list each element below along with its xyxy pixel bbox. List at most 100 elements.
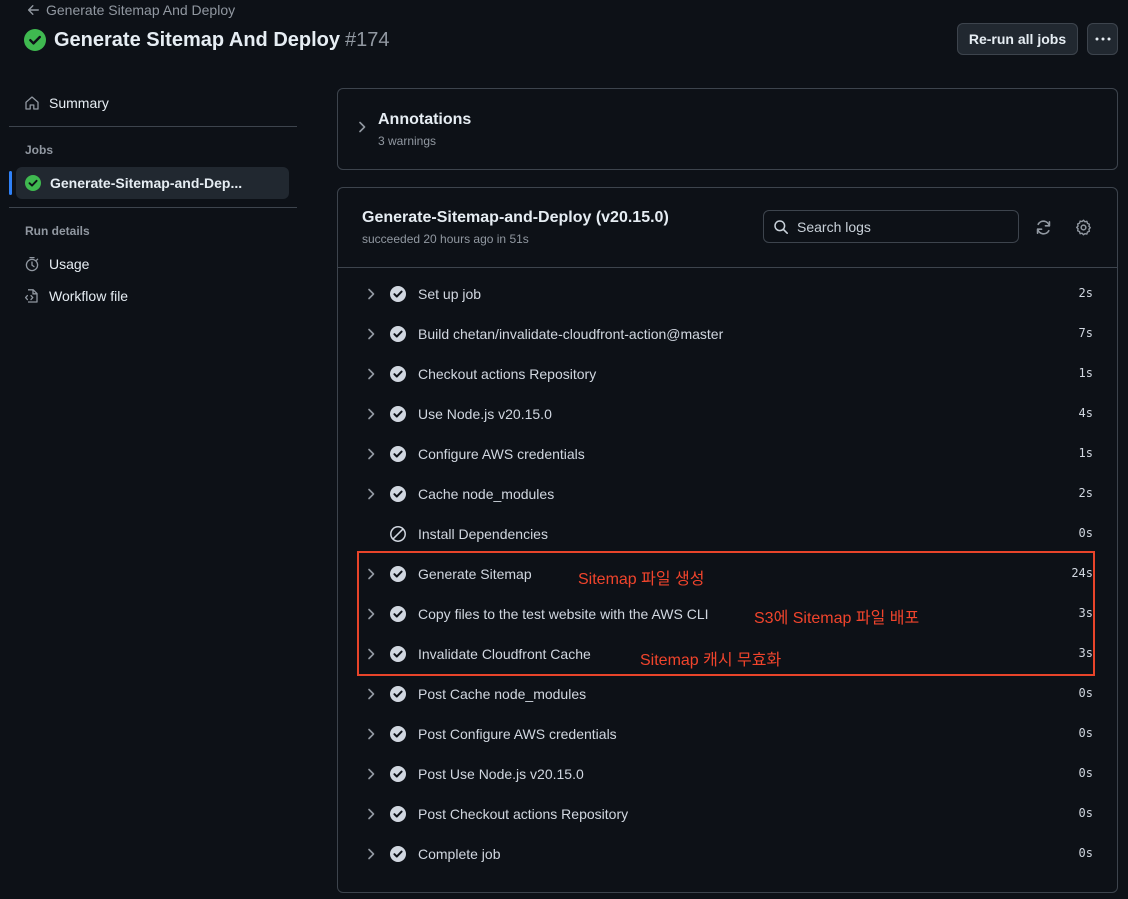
step-duration: 1s bbox=[1078, 366, 1093, 380]
step-duration: 0s bbox=[1078, 846, 1093, 860]
step-row[interactable]: Post Configure AWS credentials 0s bbox=[338, 714, 1117, 754]
step-row[interactable]: Configure AWS credentials 1s bbox=[338, 434, 1117, 474]
chevron-right-icon bbox=[365, 327, 377, 341]
step-row[interactable]: Post Use Node.js v20.15.0 0s bbox=[338, 754, 1117, 794]
step-row[interactable]: Use Node.js v20.15.0 4s bbox=[338, 394, 1117, 434]
kebab-horizontal-icon bbox=[1095, 37, 1111, 41]
success-check-icon bbox=[24, 29, 46, 51]
check-circle-icon bbox=[389, 725, 407, 743]
jobs-heading: Jobs bbox=[25, 143, 54, 157]
step-row[interactable]: Build chetan/invalidate-cloudfront-actio… bbox=[338, 314, 1117, 354]
step-name: Install Dependencies bbox=[418, 526, 548, 542]
annotations-panel[interactable] bbox=[337, 88, 1118, 170]
check-circle-icon bbox=[389, 365, 407, 383]
step-name: Complete job bbox=[418, 846, 501, 862]
step-row[interactable]: Complete job 0s bbox=[338, 834, 1117, 874]
step-duration: 4s bbox=[1078, 406, 1093, 420]
step-duration: 2s bbox=[1078, 286, 1093, 300]
job-subtitle: succeeded 20 hours ago in 51s bbox=[362, 232, 529, 246]
step-name: Checkout actions Repository bbox=[418, 366, 597, 382]
sync-icon bbox=[1035, 219, 1052, 236]
gear-icon bbox=[1075, 219, 1092, 236]
chevron-right-icon bbox=[365, 807, 377, 821]
sidebar-item-label: Workflow file bbox=[49, 288, 129, 304]
arrow-left-icon bbox=[26, 3, 40, 17]
sidebar-item-usage[interactable]: Usage bbox=[24, 253, 89, 275]
home-icon bbox=[24, 95, 40, 111]
step-row[interactable]: Checkout actions Repository 1s bbox=[338, 354, 1117, 394]
chevron-right-icon bbox=[365, 727, 377, 741]
step-name: Configure AWS credentials bbox=[418, 446, 585, 462]
success-check-icon bbox=[25, 175, 41, 191]
back-link[interactable]: Generate Sitemap And Deploy bbox=[26, 1, 235, 19]
run-number: #174 bbox=[345, 28, 390, 51]
step-duration: 7s bbox=[1078, 326, 1093, 340]
stopwatch-icon bbox=[24, 256, 40, 272]
overlay-note: Sitemap 캐시 무효화 bbox=[640, 652, 782, 669]
step-duration: 0s bbox=[1078, 806, 1093, 820]
step-row[interactable]: Install Dependencies 0s bbox=[338, 514, 1117, 554]
sidebar-divider bbox=[9, 207, 297, 208]
search-icon bbox=[773, 219, 789, 235]
back-link-label: Generate Sitemap And Deploy bbox=[46, 2, 236, 18]
step-row[interactable]: Cache node_modules 2s bbox=[338, 474, 1117, 514]
chevron-right-icon bbox=[356, 120, 368, 134]
file-code-icon bbox=[24, 288, 40, 304]
page-title: Generate Sitemap And Deploy bbox=[54, 28, 340, 51]
sidebar-item-summary[interactable]: Summary bbox=[24, 92, 109, 114]
skipped-icon bbox=[389, 525, 407, 543]
step-name: Post Cache node_modules bbox=[418, 686, 587, 702]
check-circle-icon bbox=[389, 445, 407, 463]
chevron-right-icon bbox=[365, 847, 377, 861]
chevron-right-icon bbox=[365, 407, 377, 421]
more-options-button[interactable] bbox=[1087, 23, 1118, 55]
overlay-note: Sitemap 파일 생성 bbox=[578, 571, 705, 588]
sidebar-item-label: Generate-Sitemap-and-Dep... bbox=[50, 175, 243, 191]
step-name: Set up job bbox=[418, 286, 482, 302]
overlay-note: S3에 Sitemap 파일 배포 bbox=[754, 610, 920, 627]
chevron-right-icon bbox=[365, 367, 377, 381]
check-circle-icon bbox=[389, 845, 407, 863]
step-row[interactable]: Post Checkout actions Repository 0s bbox=[338, 794, 1117, 834]
step-duration: 0s bbox=[1078, 766, 1093, 780]
step-row[interactable]: Set up job 2s bbox=[338, 274, 1117, 314]
step-duration: 1s bbox=[1078, 446, 1093, 460]
step-name: Build chetan/invalidate-cloudfront-actio… bbox=[418, 326, 724, 342]
check-circle-icon bbox=[389, 685, 407, 703]
sidebar-item-active-job[interactable]: Generate-Sitemap-and-Dep... bbox=[16, 167, 289, 199]
step-duration: 0s bbox=[1078, 726, 1093, 740]
step-name: Cache node_modules bbox=[418, 486, 555, 502]
annotations-title: Annotations bbox=[378, 111, 472, 128]
step-name: Use Node.js v20.15.0 bbox=[418, 406, 552, 422]
sidebar-item-label: Summary bbox=[49, 95, 109, 111]
chevron-right-icon bbox=[365, 487, 377, 501]
check-circle-icon bbox=[389, 285, 407, 303]
run-details-heading: Run details bbox=[25, 224, 90, 238]
chevron-right-icon bbox=[365, 767, 377, 781]
check-circle-icon bbox=[389, 325, 407, 343]
job-header-divider bbox=[338, 267, 1117, 268]
check-circle-icon bbox=[389, 805, 407, 823]
step-duration: 0s bbox=[1078, 686, 1093, 700]
search-logs-input[interactable] bbox=[797, 218, 997, 235]
chevron-right-icon bbox=[365, 687, 377, 701]
rerun-all-jobs-button[interactable]: Re-run all jobs bbox=[957, 23, 1078, 55]
step-name: Post Use Node.js v20.15.0 bbox=[418, 766, 584, 782]
chevron-right-icon bbox=[365, 447, 377, 461]
check-circle-icon bbox=[389, 405, 407, 423]
check-circle-icon bbox=[389, 485, 407, 503]
refresh-button[interactable] bbox=[1033, 217, 1053, 237]
annotations-subtitle: 3 warnings bbox=[378, 134, 437, 148]
sidebar-item-workflow-file[interactable]: Workflow file bbox=[24, 285, 128, 307]
step-duration: 2s bbox=[1078, 486, 1093, 500]
sidebar-divider bbox=[9, 126, 297, 127]
settings-button[interactable] bbox=[1073, 217, 1093, 237]
active-job-indicator bbox=[9, 171, 12, 195]
step-duration: 0s bbox=[1078, 526, 1093, 540]
step-name: Post Configure AWS credentials bbox=[418, 726, 617, 742]
search-logs-field[interactable] bbox=[763, 210, 1019, 243]
step-row[interactable]: Post Cache node_modules 0s bbox=[338, 674, 1117, 714]
check-circle-icon bbox=[389, 765, 407, 783]
chevron-right-icon bbox=[365, 287, 377, 301]
page-title-row: Generate Sitemap And Deploy #174 bbox=[24, 27, 390, 53]
